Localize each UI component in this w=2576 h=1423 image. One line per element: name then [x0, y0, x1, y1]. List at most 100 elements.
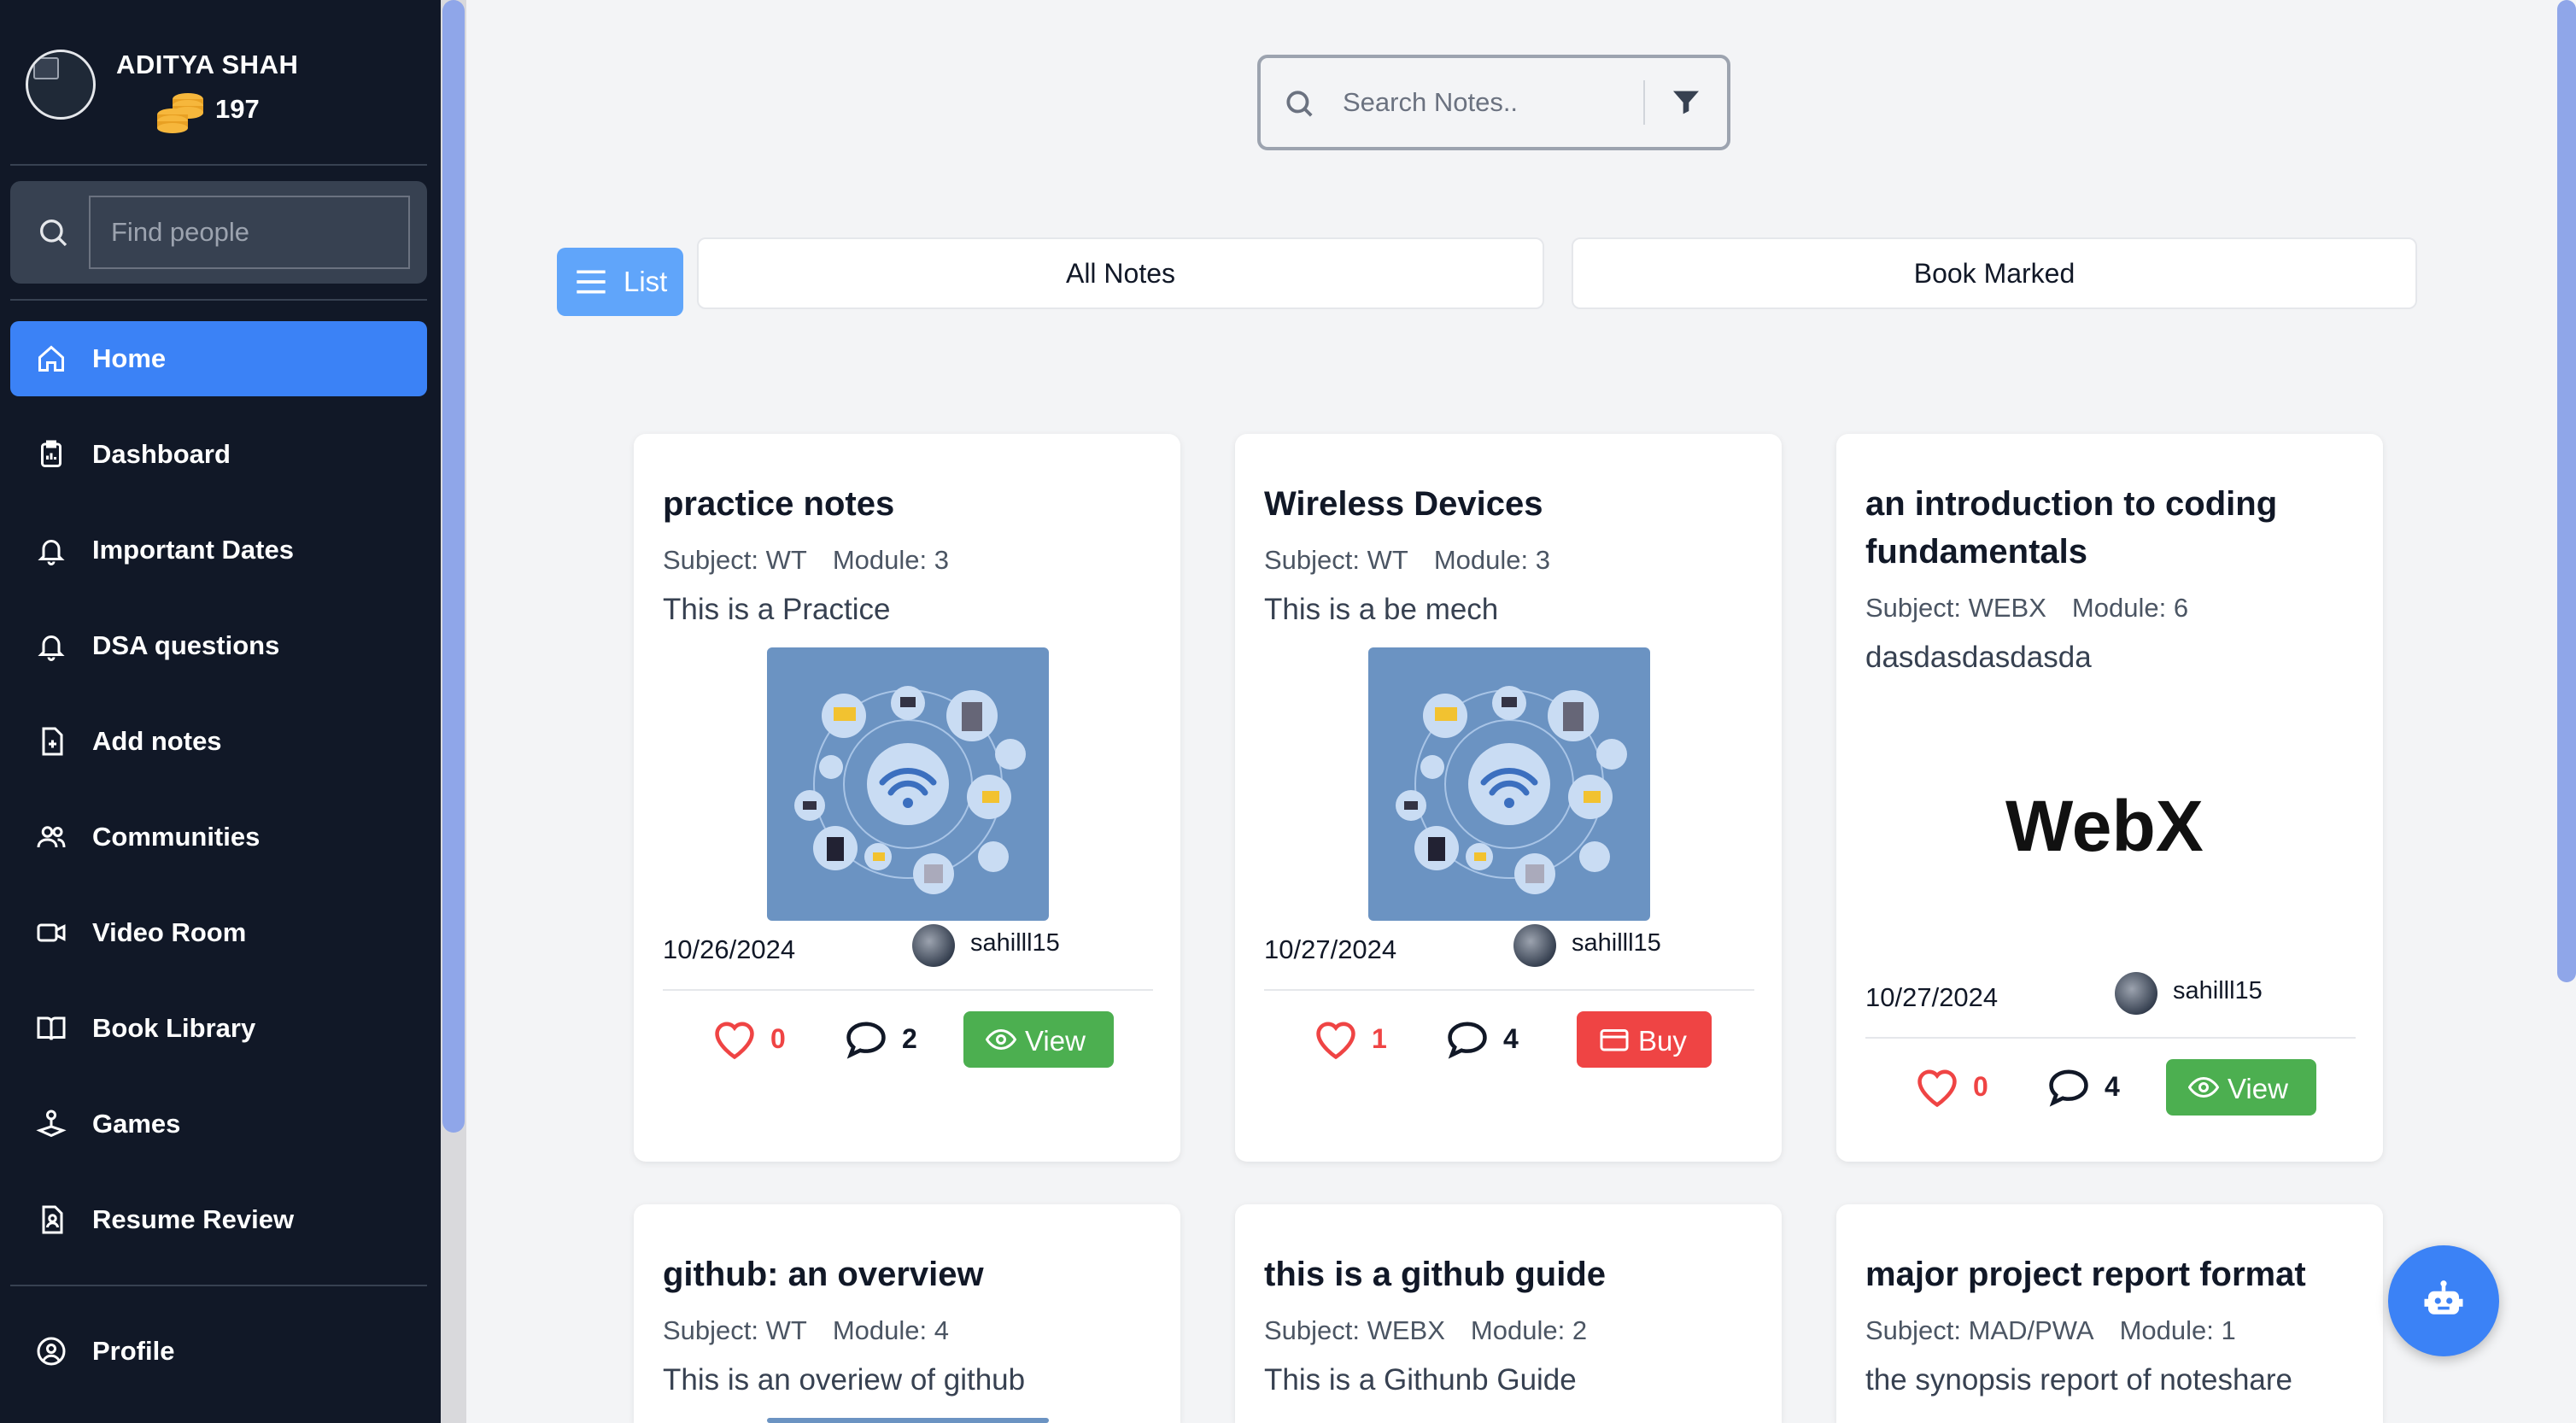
note-meta: Subject: WEBX Module: 6	[1865, 593, 2188, 624]
divider	[10, 1285, 427, 1286]
profile-label: Profile	[92, 1336, 175, 1366]
sidebar-scrollbar-thumb[interactable]	[442, 0, 465, 1133]
note-thumbnail	[767, 1418, 1049, 1423]
view-label: View	[2228, 1073, 2288, 1104]
author-avatar[interactable]	[1513, 924, 1556, 967]
comment-count: 2	[902, 1023, 917, 1054]
sidebar-item-communities[interactable]: Communities	[10, 799, 427, 875]
sidebar-item-video-room[interactable]: Video Room	[10, 895, 427, 970]
divider	[1643, 80, 1645, 125]
note-meta: Subject: MAD/PWA Module: 1	[1865, 1315, 2236, 1346]
heart-icon[interactable]	[1312, 1018, 1360, 1061]
sidebar-nav: Home Dashboard Important Dates DSA quest…	[10, 321, 427, 1278]
coins-icon	[157, 93, 203, 133]
user-header: ADITYA SHAH 197	[26, 50, 427, 135]
divider	[1264, 989, 1754, 991]
heart-icon[interactable]	[711, 1018, 758, 1061]
eye-icon	[2188, 1076, 2219, 1098]
file-plus-icon	[42, 727, 63, 756]
like-count: 1	[1372, 1023, 1387, 1054]
heart-icon[interactable]	[1913, 1066, 1961, 1109]
note-card[interactable]: this is a github guide Subject: WEBX Modu…	[1235, 1204, 1782, 1423]
note-subject: Subject: WT	[1264, 545, 1408, 575]
comment-icon[interactable]	[2045, 1066, 2093, 1109]
list-label: List	[624, 266, 668, 297]
note-card[interactable]: major project report format Subject: MAD…	[1836, 1204, 2383, 1423]
note-module: Module: 2	[1470, 1315, 1588, 1345]
like-count: 0	[770, 1023, 786, 1054]
note-description: This is an overiew of github	[663, 1363, 1026, 1397]
cart-icon	[1600, 1029, 1629, 1051]
buy-button[interactable]: Buy	[1577, 1011, 1712, 1068]
sidebar-item-dashboard[interactable]: Dashboard	[10, 417, 427, 492]
sidebar-item-important-dates[interactable]: Important Dates	[10, 512, 427, 588]
filter-icon[interactable]	[1669, 85, 1703, 120]
note-description: This is a Practice	[663, 593, 891, 626]
note-module: Module: 4	[832, 1315, 949, 1345]
sidebar-item-resume-review[interactable]: Resume Review	[10, 1182, 427, 1257]
menu-icon	[577, 270, 606, 294]
clipboard-icon	[41, 440, 61, 467]
view-button[interactable]: View	[963, 1011, 1114, 1068]
webx-logo: WebX	[2005, 786, 2204, 866]
chatbot-button[interactable]	[2388, 1245, 2499, 1356]
note-subject: Subject: WT	[663, 545, 807, 575]
sidebar-item-label: DSA questions	[92, 630, 280, 660]
note-date: 10/27/2024	[1264, 934, 1397, 964]
note-module: Module: 3	[1433, 545, 1550, 575]
avatar[interactable]	[26, 50, 96, 120]
note-meta: Subject: WEBX Module: 2	[1264, 1315, 1587, 1346]
note-thumbnail	[767, 647, 1049, 921]
sidebar-item-profile[interactable]: Profile	[10, 1314, 427, 1389]
note-date: 10/27/2024	[1865, 982, 1999, 1012]
joystick-icon	[36, 1110, 67, 1138]
sidebar: ADITYA SHAH 197 Home Dashboard Important…	[0, 0, 441, 1423]
search-icon	[1286, 91, 1313, 117]
note-subject: Subject: WEBX	[1865, 593, 2046, 623]
coin-count: 197	[215, 94, 260, 124]
list-view-button[interactable]: List	[557, 248, 683, 316]
author-avatar[interactable]	[912, 924, 955, 967]
note-title: github: an overview	[663, 1256, 984, 1293]
user-circle-icon	[37, 1337, 66, 1366]
sidebar-item-book-library[interactable]: Book Library	[10, 991, 427, 1066]
tab-bookmarked[interactable]: Book Marked	[1572, 237, 2417, 309]
note-date: 10/26/2024	[663, 934, 796, 964]
note-description: dasdasdasdasda	[1865, 641, 2092, 674]
note-meta: Subject: WT Module: 3	[663, 545, 949, 576]
sidebar-item-label: Video Room	[92, 917, 247, 947]
sidebar-item-dsa-questions[interactable]: DSA questions	[10, 608, 427, 683]
eye-icon	[986, 1028, 1016, 1051]
sidebar-item-label: Add notes	[92, 726, 222, 756]
comment-icon[interactable]	[1443, 1018, 1491, 1061]
like-count: 0	[1973, 1071, 1988, 1102]
wireless-network-illustration	[794, 686, 1026, 894]
find-people-input[interactable]	[89, 196, 410, 269]
note-card[interactable]: practice notes Subject: WT Module: 3 This…	[634, 434, 1180, 1162]
sidebar-item-home[interactable]: Home	[10, 321, 427, 396]
bell-icon	[38, 540, 65, 565]
note-card[interactable]: Wireless Devices Subject: WT Module: 3 Th…	[1235, 434, 1782, 1162]
broken-image-icon	[33, 57, 59, 79]
users-icon	[37, 826, 66, 848]
note-author[interactable]: sahilll15	[970, 929, 1060, 957]
sidebar-item-label: Resume Review	[92, 1204, 295, 1234]
comment-count: 4	[1503, 1023, 1519, 1054]
note-card[interactable]: github: an overview Subject: WT Module: 4…	[634, 1204, 1180, 1423]
comment-icon[interactable]	[842, 1018, 890, 1061]
note-author[interactable]: sahilll15	[2173, 977, 2263, 1005]
note-card[interactable]: an introduction to coding fundamentals S…	[1836, 434, 2383, 1162]
sidebar-item-add-notes[interactable]: Add notes	[10, 704, 427, 779]
note-description: This is a Githunb Guide	[1264, 1363, 1577, 1397]
view-button[interactable]: View	[2166, 1059, 2316, 1116]
note-meta: Subject: WT Module: 4	[663, 1315, 949, 1346]
page-scrollbar-thumb[interactable]	[2557, 0, 2576, 982]
divider	[663, 989, 1153, 991]
note-author[interactable]: sahilll15	[1572, 929, 1661, 957]
search-notes-input[interactable]	[1343, 77, 1633, 128]
tab-all-notes[interactable]: All Notes	[697, 237, 1544, 309]
svg-text:WebX: WebX	[2005, 786, 2204, 866]
bell-icon	[38, 635, 65, 661]
sidebar-item-games[interactable]: Games	[10, 1086, 427, 1162]
author-avatar[interactable]	[2115, 972, 2157, 1015]
